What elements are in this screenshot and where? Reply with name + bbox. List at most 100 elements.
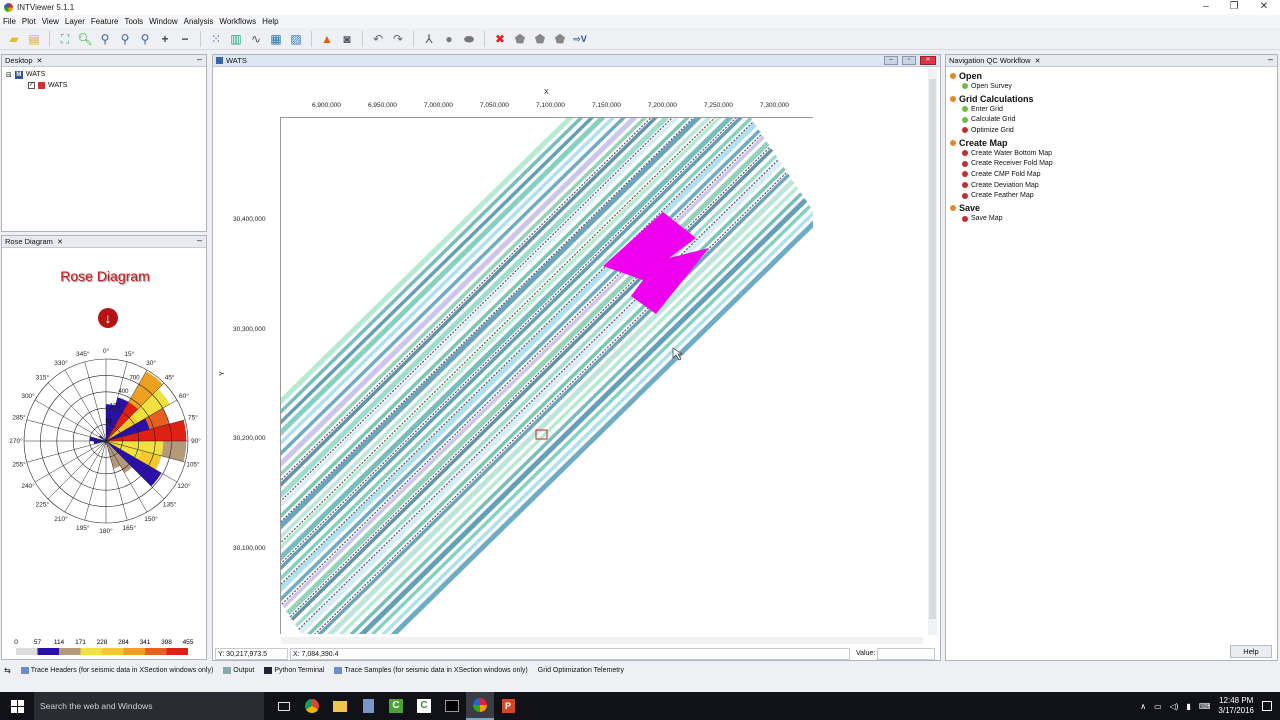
vertical-scrollbar[interactable]: [928, 69, 937, 635]
panel-close-icon[interactable]: ✕: [920, 56, 936, 65]
workflow-item[interactable]: Create Deviation Map: [950, 180, 1273, 191]
menu-tools[interactable]: Tools: [124, 17, 143, 26]
windows-start-icon[interactable]: [0, 692, 34, 720]
zoom-box-icon[interactable]: ⚲: [117, 31, 133, 47]
notifications-icon[interactable]: [1262, 701, 1272, 711]
panel-toggle-icon[interactable]: ⇆: [4, 666, 11, 675]
map-plot-icon[interactable]: ▨: [288, 31, 304, 47]
zoom-in-icon[interactable]: 🔍︎: [77, 31, 93, 47]
tree-node-root[interactable]: ⊟ M WATS: [6, 69, 202, 80]
polygon-cut-icon[interactable]: ⬟: [552, 31, 568, 47]
network-icon[interactable]: ▭: [1154, 702, 1162, 711]
workflow-item[interactable]: Create Water Bottom Map: [950, 148, 1273, 159]
workflow-section[interactable]: Open: [950, 71, 1273, 81]
minimize-button[interactable]: –: [1192, 0, 1220, 15]
remove-icon[interactable]: −: [177, 31, 193, 47]
histogram-icon[interactable]: ▥: [228, 31, 244, 47]
battery-icon[interactable]: ▮: [1186, 702, 1190, 711]
undo-icon[interactable]: ↶: [370, 31, 386, 47]
seismic-plot-icon[interactable]: ▦: [268, 31, 284, 47]
zoom-out-icon[interactable]: ⚲: [97, 31, 113, 47]
checkbox-icon[interactable]: ✓: [28, 82, 35, 89]
powerpoint-icon[interactable]: P: [494, 692, 522, 720]
zoom-extent-icon[interactable]: ⛶: [57, 31, 73, 47]
menu-layer[interactable]: Layer: [65, 17, 85, 26]
lasso-icon[interactable]: ⬬: [461, 31, 477, 47]
taskbar-search[interactable]: Search the web and Windows: [34, 692, 264, 720]
menu-workflows[interactable]: Workflows: [219, 17, 256, 26]
polygon-icon[interactable]: ⬟: [512, 31, 528, 47]
menu-file[interactable]: File: [3, 17, 16, 26]
polygon-edit-icon[interactable]: ⬟: [532, 31, 548, 47]
tab-trace-samples[interactable]: Trace Samples (for seismic data in XSect…: [334, 666, 528, 674]
minimize-panel-icon[interactable]: –: [1268, 54, 1273, 64]
horizontal-scrollbar[interactable]: [281, 637, 923, 644]
workflow-item[interactable]: Optimize Grid: [950, 125, 1273, 136]
help-button[interactable]: Help: [1230, 645, 1272, 658]
close-window-button[interactable]: ✕: [1250, 0, 1278, 15]
menu-help[interactable]: Help: [262, 17, 278, 26]
chrome-icon[interactable]: [298, 692, 326, 720]
workflow-item[interactable]: Save Map: [950, 213, 1273, 224]
document-app-icon[interactable]: [354, 692, 382, 720]
close-icon[interactable]: ✕: [37, 57, 43, 65]
workflow-section[interactable]: Save: [950, 203, 1273, 213]
wats-tab[interactable]: WATS – ▫ ✕: [213, 55, 940, 67]
tab-grid-telemetry[interactable]: Grid Optimization Telemetry: [538, 667, 624, 674]
menu-feature[interactable]: Feature: [91, 17, 119, 26]
rose-diagram-tab[interactable]: Rose Diagram ✕ –: [2, 235, 206, 248]
menu-view[interactable]: View: [42, 17, 59, 26]
workflow-item[interactable]: Create CMP Fold Map: [950, 169, 1273, 180]
add-icon[interactable]: +: [157, 31, 173, 47]
workflow-item[interactable]: Create Receiver Fold Map: [950, 158, 1273, 169]
panel-min-icon[interactable]: –: [884, 56, 898, 65]
zoom-reset-icon[interactable]: ⚲: [137, 31, 153, 47]
value-field[interactable]: [877, 647, 936, 660]
delete-icon[interactable]: ✖: [492, 31, 508, 47]
workflow-section[interactable]: Create Map: [950, 138, 1273, 148]
redo-icon[interactable]: ↷: [390, 31, 406, 47]
workflow-section[interactable]: Grid Calculations: [950, 94, 1273, 104]
pick-tool-icon[interactable]: ⅄: [421, 31, 437, 47]
minimize-panel-icon[interactable]: –: [197, 235, 202, 245]
tab-output[interactable]: Output: [223, 666, 254, 674]
collapse-icon[interactable]: ⊟: [6, 71, 12, 79]
desktop-tab[interactable]: Desktop ✕ –: [2, 54, 206, 67]
task-view-icon[interactable]: [270, 692, 298, 720]
close-icon[interactable]: ✕: [1035, 57, 1041, 65]
keyboard-icon[interactable]: ⌨: [1199, 702, 1211, 711]
workflow-tab[interactable]: Navigation QC Workflow ✕ –: [946, 54, 1277, 67]
intviewer-taskbar-icon[interactable]: [466, 692, 494, 720]
map-canvas[interactable]: [280, 117, 813, 634]
restore-button[interactable]: ❐: [1220, 0, 1248, 15]
workflow-item[interactable]: Calculate Grid: [950, 114, 1273, 125]
menu-plot[interactable]: Plot: [22, 17, 36, 26]
minimize-panel-icon[interactable]: –: [197, 54, 202, 64]
close-icon[interactable]: ✕: [57, 238, 63, 246]
camtasia-icon[interactable]: C: [382, 692, 410, 720]
balloon-icon[interactable]: ●: [441, 31, 457, 47]
xy-plot-icon[interactable]: ∿: [248, 31, 264, 47]
tab-trace-headers[interactable]: Trace Headers (for seismic data in XSect…: [20, 666, 213, 674]
panel-restore-icon[interactable]: ▫: [902, 56, 916, 65]
matlab-icon[interactable]: ▲: [319, 31, 335, 47]
tab-python-terminal[interactable]: Python Terminal: [264, 666, 324, 674]
open-file-icon[interactable]: ▤: [26, 31, 42, 47]
workflow-item[interactable]: Enter Grid: [950, 104, 1273, 115]
volume-icon[interactable]: ◁): [1170, 702, 1179, 711]
clock[interactable]: 12:48 PM 3/17/2016: [1218, 696, 1254, 716]
tray-chevron-icon[interactable]: ∧: [1140, 702, 1146, 711]
scrollbar-thumb[interactable]: [929, 79, 936, 619]
menu-window[interactable]: Window: [149, 17, 177, 26]
command-prompt-icon[interactable]: [438, 692, 466, 720]
tree-node-child[interactable]: ✓ WATS: [6, 80, 202, 91]
camtasia-recorder-icon[interactable]: C: [410, 692, 438, 720]
camera-icon[interactable]: ◙: [339, 31, 355, 47]
file-explorer-icon[interactable]: [326, 692, 354, 720]
export-v-icon[interactable]: ⇨V: [572, 31, 588, 47]
open-folder-icon[interactable]: ▰: [6, 31, 22, 47]
scatter-plot-icon[interactable]: ⁙: [208, 31, 224, 47]
menu-analysis[interactable]: Analysis: [184, 17, 214, 26]
workflow-item[interactable]: Open Survey: [950, 81, 1273, 92]
workflow-item[interactable]: Create Feather Map: [950, 191, 1273, 202]
